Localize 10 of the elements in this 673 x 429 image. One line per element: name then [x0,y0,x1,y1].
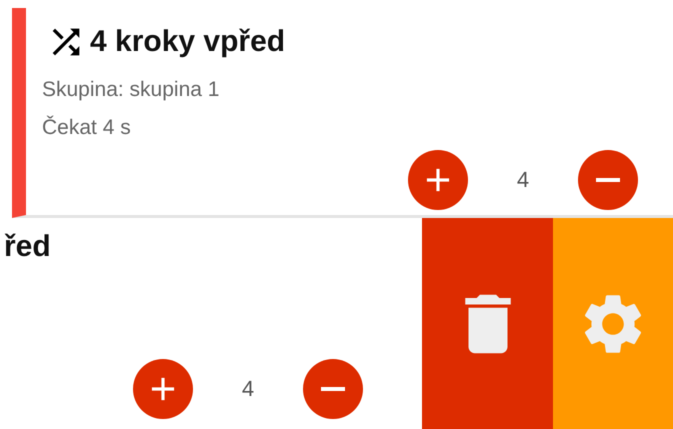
minus-icon [596,178,620,182]
count-value: 4 [240,376,256,402]
card-title: 4 kroky vpřed [90,25,286,59]
delete-button[interactable] [422,218,553,429]
step-card[interactable]: 4 kroky vpřed Skupina: skupina 1 Čekat 4 s 4 [12,8,673,218]
card-detail: Skupina: skupina 1 [42,78,220,102]
card-detail: Čekat 4 s [42,116,132,140]
card-title: řed [4,230,52,264]
count-value: 4 [516,167,530,193]
minus-icon [321,387,345,391]
